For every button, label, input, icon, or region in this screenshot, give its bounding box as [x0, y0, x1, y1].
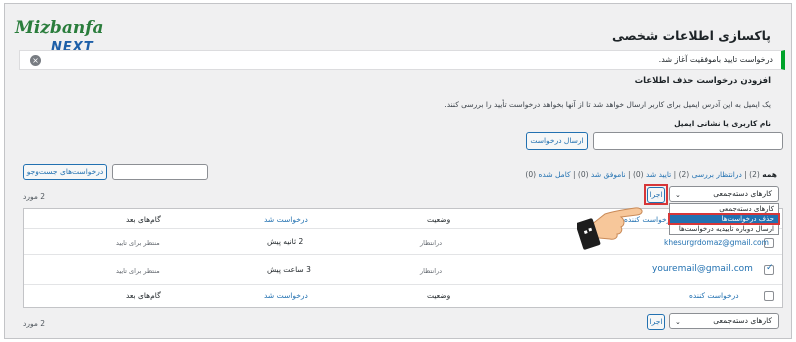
chevron-down-icon: ⌄	[675, 191, 681, 199]
filter-confirmed[interactable]: تایید شد	[646, 170, 671, 179]
row-requested-time: 2 ثانیه پیش	[267, 237, 304, 246]
section-description: یک ایمیل به این آدرس ایمیل برای کاربر ار…	[444, 100, 771, 109]
option-remove-requests[interactable]: حذف درخواست‌ها	[668, 213, 780, 225]
apply-button-bottom[interactable]: اجرا	[647, 314, 665, 330]
footer-status: وضعیت	[427, 291, 451, 300]
header-next-steps: گام‌های بعد	[126, 215, 161, 224]
footer-requested[interactable]: درخواست شد	[264, 291, 308, 300]
header-requested[interactable]: درخواست شد	[264, 215, 308, 224]
filter-failed[interactable]: ناموفق شد	[591, 170, 626, 179]
option-resend-confirmation[interactable]: ارسال دوباره تاییدیه درخواست‌ها	[670, 225, 778, 233]
username-email-input[interactable]	[593, 132, 783, 150]
chevron-down-icon: ⌄	[675, 318, 681, 326]
footer-requester[interactable]: درخواست کننده	[689, 291, 739, 300]
bulk-actions-select-top[interactable]: کارهای دسته‌جمعی ⌄	[669, 186, 779, 202]
send-request-button[interactable]: ارسال درخواست	[526, 132, 588, 150]
status-filters: همه (2) | درانتظار بررسی (2) | تایید شد …	[525, 170, 777, 179]
filter-pending[interactable]: درانتظار بررسی	[692, 170, 742, 179]
option-bulk-actions[interactable]: کارهای دسته‌جمعی	[670, 205, 778, 213]
requester-email[interactable]: khesurgrdomaz@gmail.com	[664, 238, 769, 247]
row-status: درانتظار	[420, 267, 443, 275]
row-next-step: منتظر برای تایید	[116, 267, 160, 275]
bulk-actions-select-bottom[interactable]: کارهای دسته‌جمعی ⌄	[669, 313, 779, 329]
footer-next-steps: گام‌های بعد	[126, 291, 161, 300]
items-count-bottom: 2 مورد	[23, 319, 46, 328]
username-email-label: نام کاربری یا نشانی ایمیل	[674, 119, 771, 128]
filter-all[interactable]: همه	[762, 170, 777, 179]
row-status: درانتظار	[420, 239, 443, 247]
search-requests-input[interactable]	[112, 164, 208, 180]
notice-text: درخواست تایید باموفقیت آغاز شد.	[658, 55, 773, 64]
requester-email[interactable]: youremail@gmail.com	[652, 264, 753, 274]
filter-completed[interactable]: کامل شده	[538, 170, 570, 179]
select-all-checkbox[interactable]	[764, 291, 774, 301]
row-requested-time: 3 ساعت پیش	[267, 265, 311, 274]
dismiss-icon[interactable]: ×	[30, 55, 41, 66]
header-status: وضعیت	[427, 215, 451, 224]
search-requests-button[interactable]: درخواست‌های جست‌وجو	[23, 164, 107, 180]
admin-page: Mizbanfa NEXT پاکسازی اطلاعات شخصی درخوا…	[4, 3, 792, 339]
section-title: افزودن درخواست حذف اطلاعات	[634, 76, 771, 86]
table-row: youremail@gmail.com درانتظار 3 ساعت پیش …	[24, 255, 782, 285]
table-footer: درخواست کننده وضعیت درخواست شد گام‌های ب…	[24, 285, 782, 307]
page-title: پاکسازی اطلاعات شخصی	[611, 28, 771, 43]
items-count-top: 2 مورد	[23, 192, 46, 201]
row-checkbox[interactable]	[764, 263, 774, 275]
bulk-actions-dropdown[interactable]: کارهای دسته‌جمعی حذف درخواست‌ها ارسال دو…	[668, 203, 780, 235]
row-next-step: منتظر برای تایید	[116, 239, 160, 247]
success-notice: درخواست تایید باموفقیت آغاز شد. ×	[19, 50, 785, 70]
pointing-hand-icon	[577, 207, 643, 250]
